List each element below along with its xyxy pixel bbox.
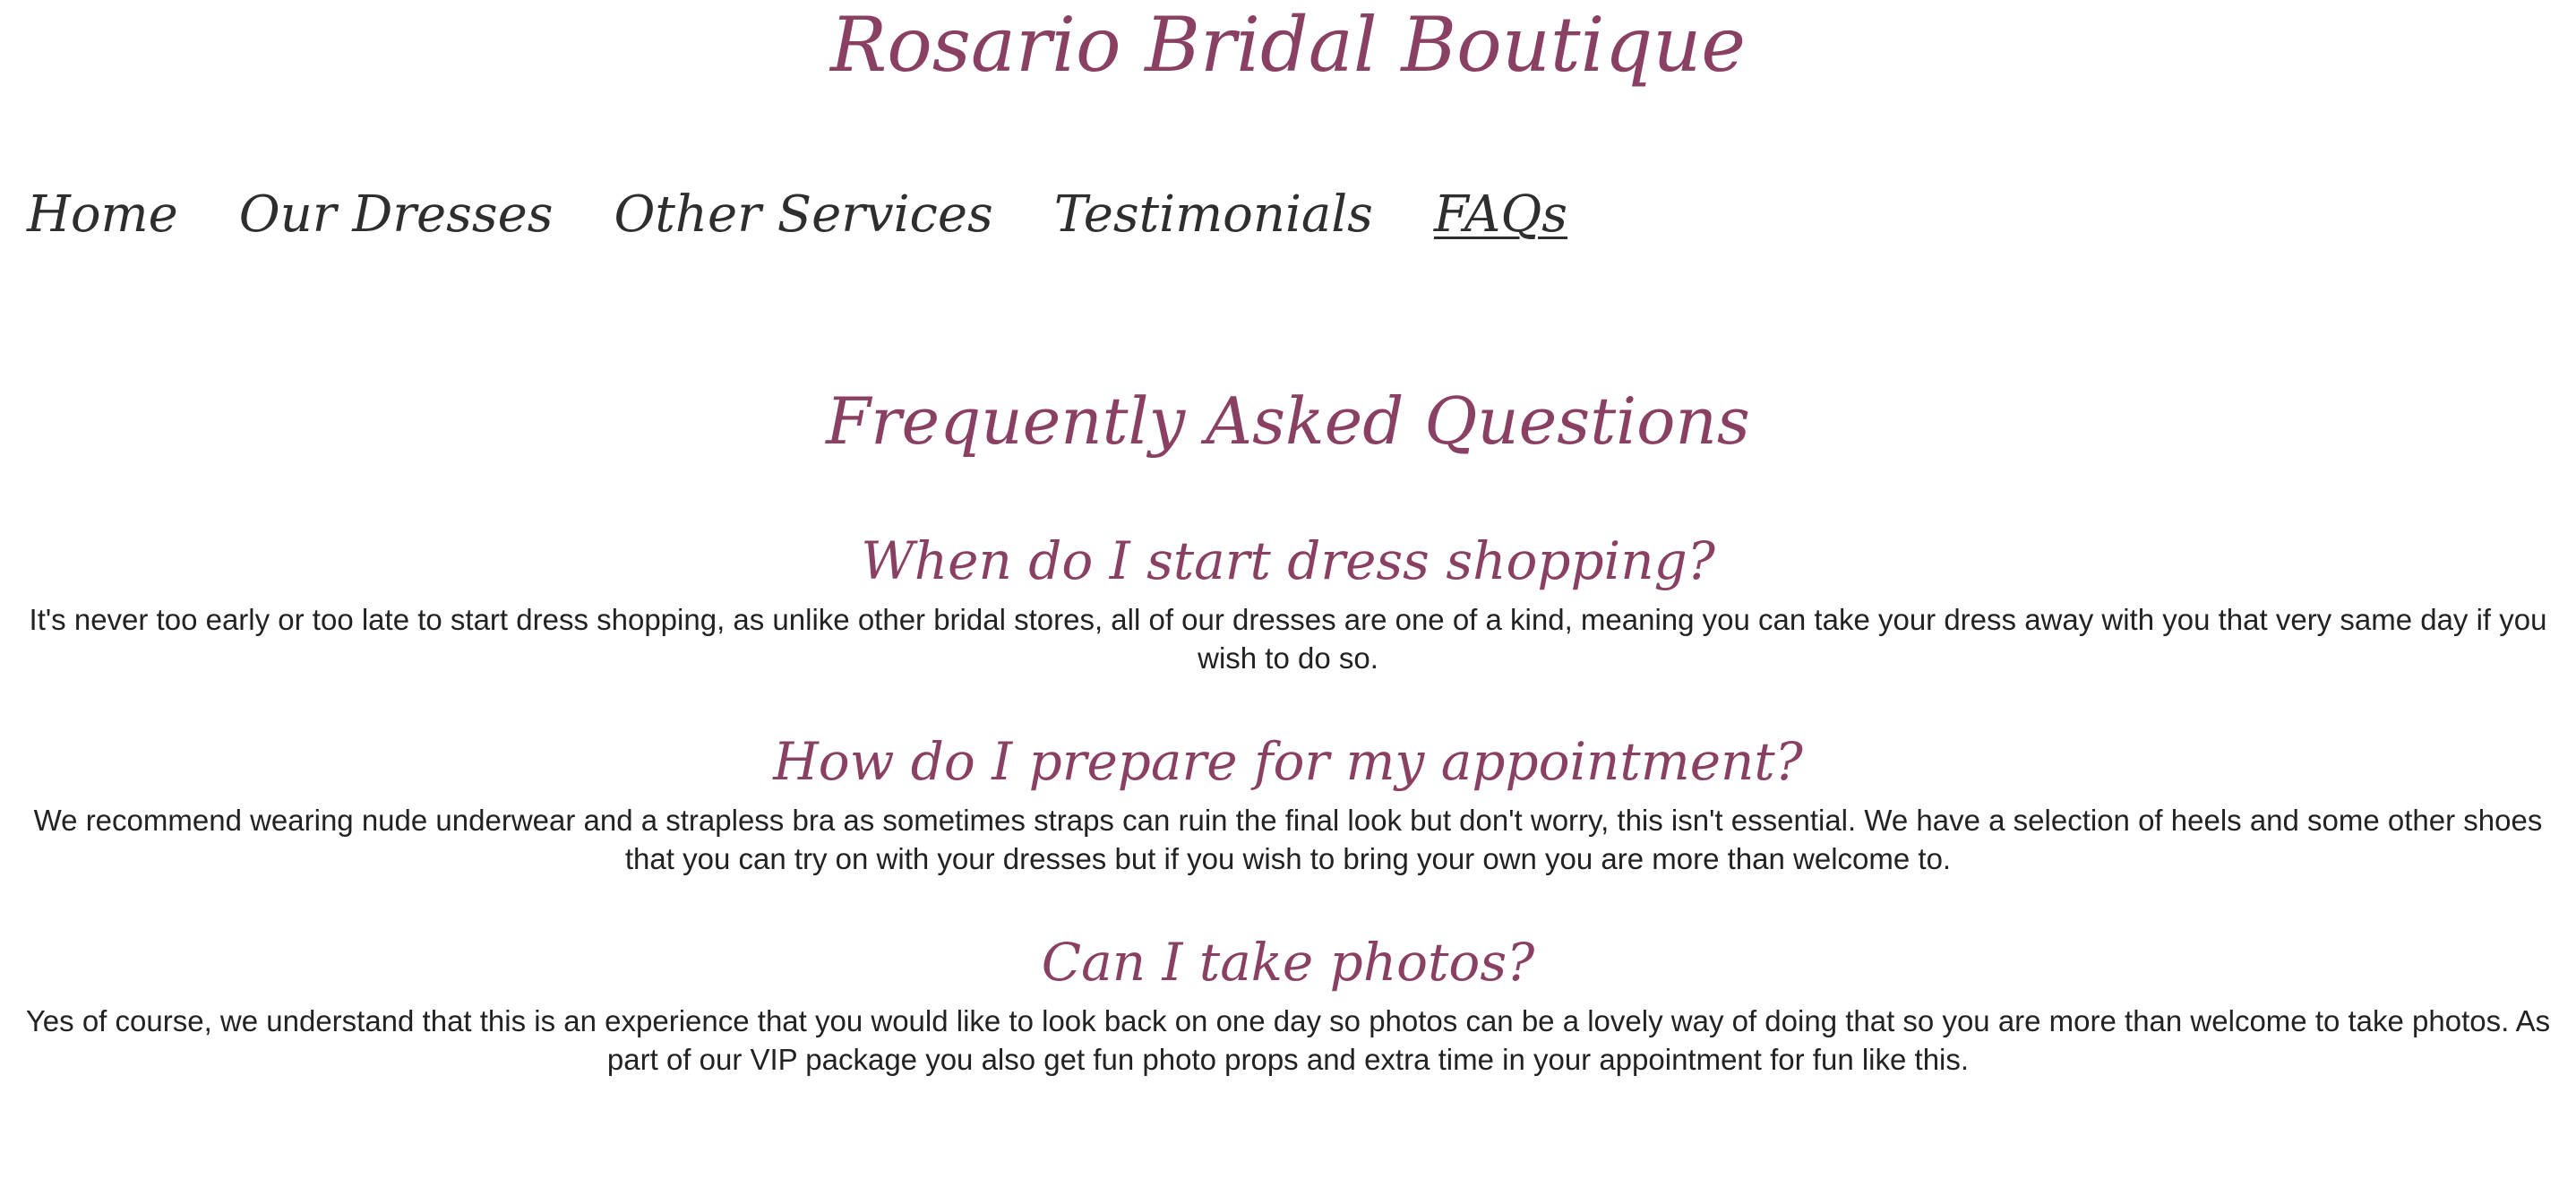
nav-link-home[interactable]: Home — [27, 179, 178, 251]
faq-answer: Yes of course, we understand that this i… — [25, 1004, 2551, 1076]
faq-item: When do I start dress shopping? It's nev… — [18, 525, 2558, 677]
faq-answer: It's never too early or too late to star… — [29, 603, 2547, 675]
nav-item-our-dresses: Our Dresses — [239, 179, 554, 251]
nav-item-home: Home — [27, 179, 178, 251]
faq-question: How do I prepare for my appointment? — [773, 731, 1803, 792]
page-heading: Frequently Asked Questions — [826, 383, 1750, 459]
nav-item-other-services: Other Services — [614, 179, 993, 251]
site-title: Rosario Bridal Boutique — [829, 1, 1747, 89]
faq-item: Can I take photos? Yes of course, we und… — [18, 926, 2558, 1079]
faq-section: Frequently Asked Questions When do I sta… — [18, 376, 2558, 1127]
faq-answer: We recommend wearing nude underwear and … — [33, 804, 2543, 875]
nav-link-testimonials[interactable]: Testimonials — [1054, 179, 1373, 251]
nav-link-other-services[interactable]: Other Services — [614, 179, 993, 251]
faq-question: Can I take photos? — [1041, 932, 1535, 993]
nav-item-testimonials: Testimonials — [1054, 179, 1373, 251]
faq-question: When do I start dress shopping? — [861, 530, 1715, 591]
faq-item: How do I prepare for my appointment? We … — [18, 726, 2558, 878]
nav-link-faqs[interactable]: FAQs — [1434, 179, 1567, 251]
nav-link-our-dresses[interactable]: Our Dresses — [239, 179, 554, 251]
nav-item-faqs: FAQs — [1434, 179, 1567, 251]
main-nav: Home Our Dresses Other Services Testimon… — [27, 179, 1567, 251]
